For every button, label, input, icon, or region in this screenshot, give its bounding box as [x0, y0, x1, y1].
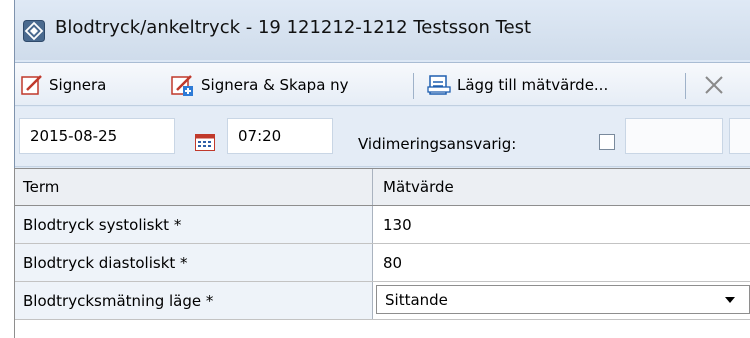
verifier-checkbox[interactable]: [599, 134, 615, 150]
form-row: 2015-08-25 07:20 Vidimeringsansvarig:: [15, 107, 750, 167]
title-bar: Blodtryck/ankeltryck - 19 121212-1212 Te…: [15, 0, 750, 60]
add-value-button[interactable]: Lägg till mätvärde...: [427, 71, 608, 99]
sign-create-button[interactable]: Signera & Skapa ny: [171, 71, 349, 99]
term-cell: Blodtryck systoliskt *: [15, 206, 373, 243]
table-row: Blodtrycksmätning läge * Sittande: [15, 282, 750, 320]
table-row: Blodtryck systoliskt * 130: [15, 206, 750, 244]
term-cell: Blodtrycksmätning läge *: [15, 282, 373, 319]
sign-create-label: Signera & Skapa ny: [201, 76, 349, 94]
sign-button[interactable]: Signera: [21, 71, 106, 99]
sign-label: Signera: [49, 76, 107, 94]
measurement-grid: Term Mätvärde Blodtryck systoliskt * 130…: [14, 168, 750, 338]
table-row: Blodtryck diastoliskt * 80: [15, 244, 750, 282]
add-value-label: Lägg till mätvärde...: [457, 76, 609, 94]
value-cell[interactable]: 130: [373, 206, 750, 243]
verifier-label: Vidimeringsansvarig:: [358, 135, 517, 153]
sign-pencil-icon: [21, 75, 42, 95]
column-header-value[interactable]: Mätvärde: [373, 169, 750, 205]
time-field[interactable]: 07:20: [227, 118, 333, 154]
verifier-field-2[interactable]: [729, 118, 750, 154]
window-title: Blodtryck/ankeltryck - 19 121212-1212 Te…: [55, 17, 532, 38]
calendar-icon[interactable]: [195, 134, 215, 151]
toolbar-separator: [413, 73, 414, 99]
column-header-term[interactable]: Term: [15, 169, 373, 205]
toolbar: Signera Signera & Skapa ny Lägg till mät…: [15, 62, 750, 106]
date-field[interactable]: 2015-08-25: [19, 118, 175, 154]
close-icon: [705, 76, 723, 94]
chevron-down-icon[interactable]: [725, 297, 735, 303]
position-select[interactable]: Sittande: [376, 285, 750, 314]
term-cell: Blodtryck diastoliskt *: [15, 244, 373, 281]
toolbar-separator: [685, 73, 686, 99]
position-select-value: Sittande: [385, 290, 448, 309]
verifier-field[interactable]: [625, 118, 723, 154]
sign-create-icon: [171, 75, 193, 96]
value-cell[interactable]: 80: [373, 244, 750, 281]
close-button[interactable]: [703, 71, 731, 99]
grid-header: Term Mätvärde: [15, 169, 750, 206]
diamond-app-icon: [23, 20, 45, 42]
add-measurement-icon: [427, 75, 451, 95]
